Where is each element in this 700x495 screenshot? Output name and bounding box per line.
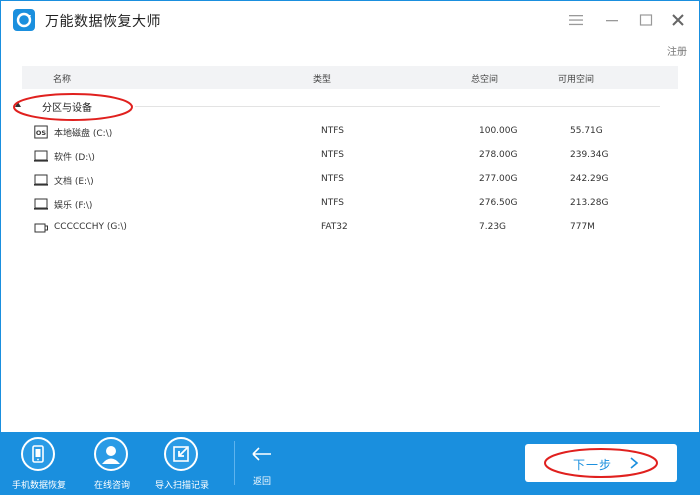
table-header: 名称 类型 总空间 可用空间 — [22, 66, 678, 89]
back-button[interactable]: 返回 — [247, 442, 277, 488]
consult-button-ring — [94, 437, 128, 471]
import-scan-label: 导入扫描记录 — [154, 481, 209, 491]
maximize-icon[interactable] — [637, 11, 655, 29]
drive-name: 软件 (D:\) — [54, 153, 95, 163]
app-title: 万能数据恢复大师 — [45, 14, 161, 30]
online-consult-label: 在线咨询 — [93, 481, 130, 491]
next-button[interactable]: 下一步 — [525, 444, 677, 482]
phone-button-ring — [21, 437, 55, 471]
footer-bar: 手机数据恢复 在线咨询 导入扫描记录 返回 下一步 — [1, 432, 699, 494]
minimize-icon[interactable] — [603, 11, 621, 29]
disk-icon — [34, 198, 48, 210]
drive-available: 55.71G — [570, 126, 603, 136]
table-row[interactable]: CCCCCCHY (G:\) FAT32 7.23G 777M — [22, 217, 678, 239]
os-disk-icon: OS — [34, 125, 48, 139]
table-row[interactable]: OS 本地磁盘 (C:\) NTFS 100.00G 55.71G — [22, 121, 678, 143]
drive-total: 7.23G — [479, 222, 507, 232]
phone-recovery-label: 手机数据恢复 — [11, 481, 66, 491]
register-link[interactable]: 注册 — [667, 43, 687, 58]
table-row[interactable]: 软件 (D:\) NTFS 278.00G 239.34G — [22, 145, 678, 167]
partition-group-row[interactable]: 分区与设备 — [15, 95, 665, 117]
column-header-available[interactable]: 可用空间 — [558, 72, 594, 85]
online-consult-button[interactable]: 在线咨询 — [77, 437, 147, 493]
usb-drive-icon — [34, 223, 48, 233]
close-icon[interactable] — [669, 11, 687, 29]
app-logo-icon — [13, 9, 35, 31]
group-label: 分区与设备 — [42, 103, 92, 114]
drive-type: NTFS — [321, 150, 344, 160]
column-header-total[interactable]: 总空间 — [471, 72, 498, 85]
footer-divider — [234, 441, 235, 485]
drive-name: 本地磁盘 (C:\) — [54, 129, 113, 139]
drive-name: CCCCCCHY (G:\) — [54, 222, 127, 232]
drive-available: 777M — [570, 222, 595, 232]
drive-available: 242.29G — [570, 174, 609, 184]
drive-type: FAT32 — [321, 222, 348, 232]
user-icon — [102, 446, 120, 464]
svg-text:OS: OS — [36, 129, 47, 137]
drive-total: 100.00G — [479, 126, 518, 136]
drive-available: 239.34G — [570, 150, 609, 160]
drive-name: 文档 (E:\) — [54, 177, 94, 187]
group-divider — [135, 106, 660, 107]
import-scan-button[interactable]: 导入扫描记录 — [147, 437, 217, 493]
column-header-name[interactable]: 名称 — [53, 72, 71, 85]
import-icon — [173, 446, 189, 462]
disk-icon — [34, 174, 48, 186]
drive-type: NTFS — [321, 198, 344, 208]
drive-total: 277.00G — [479, 174, 518, 184]
phone-icon — [32, 445, 44, 463]
import-button-ring — [164, 437, 198, 471]
disk-icon — [34, 150, 48, 162]
drive-name: 娱乐 (F:\) — [54, 201, 93, 211]
drive-type: NTFS — [321, 174, 344, 184]
drive-available: 213.28G — [570, 198, 609, 208]
title-bar[interactable]: 万能数据恢复大师 — [1, 1, 699, 39]
back-label: 返回 — [252, 477, 271, 487]
table-row[interactable]: 娱乐 (F:\) NTFS 276.50G 213.28G — [22, 193, 678, 215]
next-label: 下一步 — [573, 458, 613, 472]
collapse-triangle-icon[interactable] — [15, 102, 21, 107]
drive-total: 278.00G — [479, 150, 518, 160]
chevron-right-icon — [630, 457, 639, 469]
menu-icon[interactable] — [567, 11, 585, 29]
table-row[interactable]: 文档 (E:\) NTFS 277.00G 242.29G — [22, 169, 678, 191]
app-window: 万能数据恢复大师 注册 名称 类型 总空间 可用空间 分区与设备 OS 本地磁盘… — [0, 0, 700, 495]
drive-total: 276.50G — [479, 198, 518, 208]
drive-type: NTFS — [321, 126, 344, 136]
column-header-type[interactable]: 类型 — [313, 72, 331, 85]
phone-recovery-button[interactable]: 手机数据恢复 — [4, 437, 74, 493]
back-arrow-icon — [252, 447, 271, 461]
